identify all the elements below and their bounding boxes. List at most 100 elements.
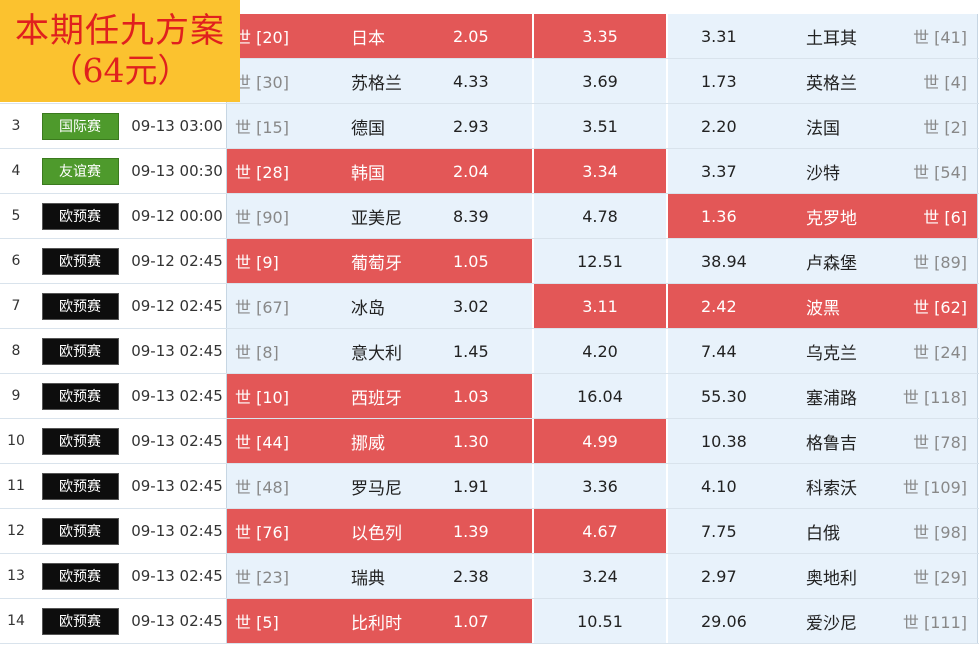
league-badge[interactable]: 欧预赛: [41, 202, 119, 230]
away-win-option[interactable]: 2.20 法国 世 [2]: [668, 104, 978, 148]
match-time: 09-12 02:45: [131, 297, 223, 315]
match-row[interactable]: 14 欧预赛 09-13 02:45 世 [5] 比利时 1.07 10.51 29.06 爱沙…: [0, 599, 979, 644]
match-row[interactable]: 9 欧预赛 09-13 02:45 世 [10] 西班牙 1.03 16.04 55.30 塞浦…: [0, 374, 979, 419]
away-win-option[interactable]: 55.30 塞浦路 世 [118]: [668, 374, 978, 418]
match-row[interactable]: 10 欧预赛 09-13 02:45 世 [44] 挪威 1.30 4.99 10.38 格鲁吉…: [0, 419, 979, 464]
away-rank: 世 [109]: [902, 478, 967, 497]
home-win-option[interactable]: 世 [30] 苏格兰 4.33: [226, 59, 532, 103]
away-win-option[interactable]: 7.44 乌克兰 世 [24]: [668, 329, 978, 373]
draw-option[interactable]: 3.35: [534, 14, 666, 58]
home-odd: 2.38: [453, 566, 489, 586]
league-badge[interactable]: 欧预赛: [41, 562, 119, 590]
draw-option[interactable]: 4.20: [534, 329, 666, 373]
away-win-option[interactable]: 3.31 土耳其 世 [41]: [668, 14, 978, 58]
home-rank: 世 [76]: [235, 523, 289, 542]
draw-option[interactable]: 3.34: [534, 149, 666, 193]
home-team: 苏格兰: [351, 73, 402, 94]
draw-option[interactable]: 3.51: [534, 104, 666, 148]
away-win-option[interactable]: 29.06 爱沙尼 世 [111]: [668, 599, 978, 643]
away-odd: 10.38: [701, 431, 747, 451]
home-win-option[interactable]: 世 [5] 比利时 1.07: [226, 599, 532, 643]
home-win-option[interactable]: 世 [44] 挪威 1.30: [226, 419, 532, 463]
away-win-option[interactable]: 4.10 科索沃 世 [109]: [668, 464, 978, 508]
match-time: 09-13 02:45: [131, 522, 223, 540]
away-win-option[interactable]: 3.37 沙特 世 [54]: [668, 149, 978, 193]
away-team: 波黑: [806, 298, 840, 319]
away-win-option[interactable]: 10.38 格鲁吉 世 [78]: [668, 419, 978, 463]
away-rank: 世 [6]: [923, 208, 967, 227]
home-win-option[interactable]: 世 [90] 亚美尼 8.39: [226, 194, 532, 238]
match-row[interactable]: 7 欧预赛 09-12 02:45 世 [67] 冰岛 3.02 3.11 2.42 波黑 世 […: [0, 284, 979, 329]
away-team: 克罗地: [806, 208, 857, 229]
home-win-option[interactable]: 世 [10] 西班牙 1.03: [226, 374, 532, 418]
away-win-option[interactable]: 2.42 波黑 世 [62]: [668, 284, 978, 328]
away-win-option[interactable]: 38.94 卢森堡 世 [89]: [668, 239, 978, 283]
league-cell: 欧预赛: [32, 464, 128, 508]
away-rank: 世 [4]: [923, 73, 967, 92]
league-badge[interactable]: 国际赛: [41, 112, 119, 140]
away-team: 英格兰: [806, 73, 857, 94]
league-badge[interactable]: 欧预赛: [41, 517, 119, 545]
league-badge[interactable]: 欧预赛: [41, 292, 119, 320]
away-win-option[interactable]: 1.36 克罗地 世 [6]: [668, 194, 978, 238]
match-row[interactable]: 11 欧预赛 09-13 02:45 世 [48] 罗马尼 1.91 3.36 4.10 科索沃…: [0, 464, 979, 509]
home-win-option[interactable]: 世 [23] 瑞典 2.38: [226, 554, 532, 598]
home-win-option[interactable]: 世 [67] 冰岛 3.02: [226, 284, 532, 328]
league-badge[interactable]: 欧预赛: [41, 382, 119, 410]
home-rank: 世 [44]: [235, 433, 289, 452]
draw-option[interactable]: 3.36: [534, 464, 666, 508]
away-rank: 世 [111]: [902, 613, 967, 632]
league-cell: 国际赛: [32, 104, 128, 148]
draw-option[interactable]: 12.51: [534, 239, 666, 283]
draw-option[interactable]: 16.04: [534, 374, 666, 418]
away-rank: 世 [24]: [913, 343, 967, 362]
home-win-option[interactable]: 世 [20] 日本 2.05: [226, 14, 532, 58]
league-badge[interactable]: 友谊赛: [41, 157, 119, 185]
league-badge[interactable]: 欧预赛: [41, 472, 119, 500]
promo-title: 本期任九方案: [15, 11, 225, 51]
home-win-option[interactable]: 世 [28] 韩国 2.04: [226, 149, 532, 193]
away-win-option[interactable]: 2.97 奥地利 世 [29]: [668, 554, 978, 598]
match-time: 09-13 02:45: [131, 387, 223, 405]
home-odd: 1.91: [453, 476, 489, 496]
league-badge[interactable]: 欧预赛: [41, 427, 119, 455]
league-badge[interactable]: 欧预赛: [41, 337, 119, 365]
away-rank: 世 [89]: [913, 253, 967, 272]
row-number: 7: [11, 298, 21, 314]
home-odd: 1.30: [453, 431, 489, 451]
away-win-option[interactable]: 1.73 英格兰 世 [4]: [668, 59, 978, 103]
away-odd: 55.30: [701, 386, 747, 406]
home-rank: 世 [10]: [235, 388, 289, 407]
home-win-option[interactable]: 世 [76] 以色列 1.39: [226, 509, 532, 553]
row-number: 10: [7, 433, 25, 449]
match-row[interactable]: 12 欧预赛 09-13 02:45 世 [76] 以色列 1.39 4.67 7.75 白俄 世…: [0, 509, 979, 554]
away-odd: 4.10: [701, 476, 737, 496]
match-row[interactable]: 6 欧预赛 09-12 02:45 世 [9] 葡萄牙 1.05 12.51 38.94 卢森堡…: [0, 239, 979, 284]
draw-option[interactable]: 10.51: [534, 599, 666, 643]
away-rank: 世 [29]: [913, 568, 967, 587]
league-badge[interactable]: 欧预赛: [41, 607, 119, 635]
match-row[interactable]: 4 友谊赛 09-13 00:30 世 [28] 韩国 2.04 3.34 3.37 沙特 世 […: [0, 149, 979, 194]
match-row[interactable]: 3 国际赛 09-13 03:00 世 [15] 德国 2.93 3.51 2.20 法国 世 […: [0, 104, 979, 149]
match-row[interactable]: 5 欧预赛 09-12 00:00 世 [90] 亚美尼 8.39 4.78 1.36 克罗地 世…: [0, 194, 979, 239]
home-team: 以色列: [351, 523, 402, 544]
home-rank: 世 [90]: [235, 208, 289, 227]
match-row[interactable]: 13 欧预赛 09-13 02:45 世 [23] 瑞典 2.38 3.24 2.97 奥地利 世…: [0, 554, 979, 599]
draw-option[interactable]: 3.11: [534, 284, 666, 328]
league-badge[interactable]: 欧预赛: [41, 247, 119, 275]
draw-option[interactable]: 3.24: [534, 554, 666, 598]
draw-option[interactable]: 4.99: [534, 419, 666, 463]
match-row[interactable]: 8 欧预赛 09-13 02:45 世 [8] 意大利 1.45 4.20 7.44 乌克兰 世 …: [0, 329, 979, 374]
draw-option[interactable]: 4.78: [534, 194, 666, 238]
away-team: 卢森堡: [806, 253, 857, 274]
away-win-option[interactable]: 7.75 白俄 世 [98]: [668, 509, 978, 553]
home-odd: 2.93: [453, 116, 489, 136]
draw-option[interactable]: 4.67: [534, 509, 666, 553]
home-odd: 1.39: [453, 521, 489, 541]
home-win-option[interactable]: 世 [15] 德国 2.93: [226, 104, 532, 148]
home-rank: 世 [28]: [235, 163, 289, 182]
home-win-option[interactable]: 世 [48] 罗马尼 1.91: [226, 464, 532, 508]
home-win-option[interactable]: 世 [9] 葡萄牙 1.05: [226, 239, 532, 283]
home-win-option[interactable]: 世 [8] 意大利 1.45: [226, 329, 532, 373]
draw-option[interactable]: 3.69: [534, 59, 666, 103]
